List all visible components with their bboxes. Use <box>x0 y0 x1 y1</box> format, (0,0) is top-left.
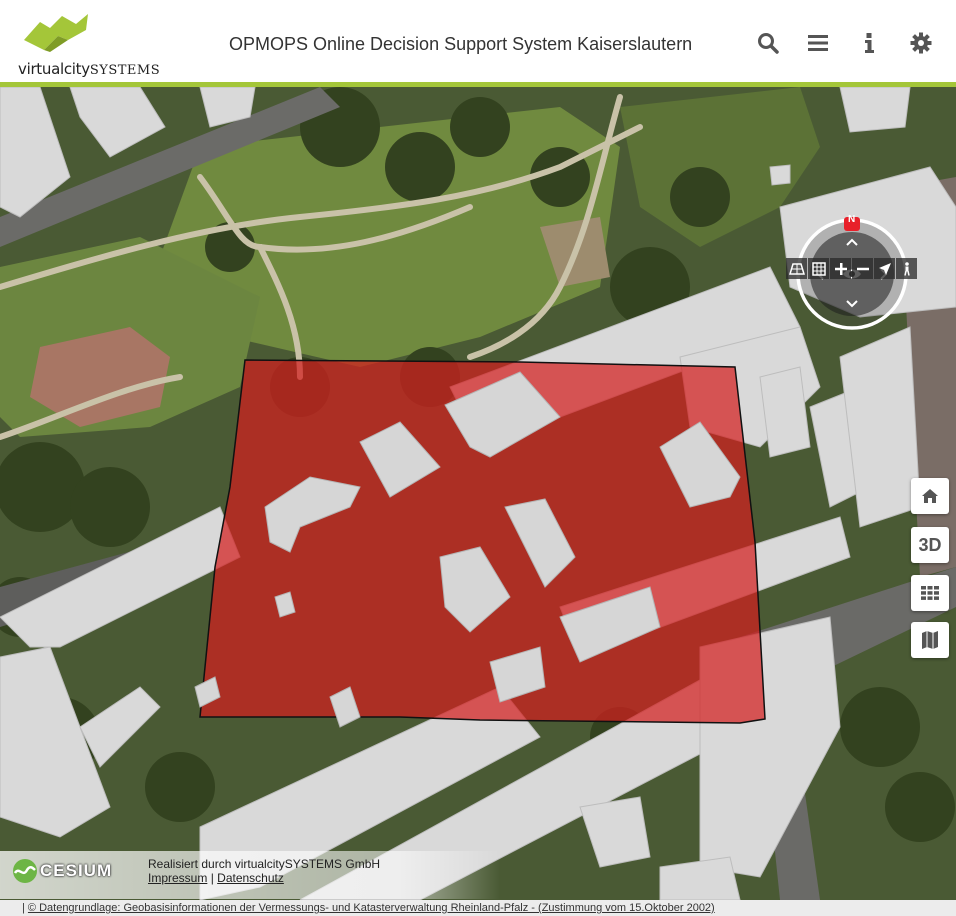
hamburger-menu-icon <box>808 35 828 51</box>
grid-button[interactable] <box>808 258 829 279</box>
map-viewport[interactable]: N <box>0 87 956 900</box>
zoom-in-icon <box>834 262 847 275</box>
cesium-label: CESIUM <box>40 861 113 880</box>
grid-icon <box>921 586 939 600</box>
layers-button[interactable] <box>911 575 949 611</box>
locate-icon <box>878 262 891 275</box>
chevron-up-icon[interactable] <box>845 237 859 247</box>
pedestrian-icon <box>903 261 910 276</box>
compass-toolbar <box>786 258 917 280</box>
credit-text: Realisiert durch virtualcitySYSTEMS GmbH… <box>148 857 380 885</box>
home-icon <box>922 489 938 503</box>
search-icon <box>758 33 779 54</box>
footer-separator: | <box>22 902 25 914</box>
gear-icon <box>910 32 932 54</box>
zoom-in-button[interactable] <box>830 258 851 279</box>
map-icon <box>922 631 938 649</box>
realized-by-text: Realisiert durch virtualcitySYSTEMS GmbH <box>148 857 381 871</box>
app-header: virtualcitySYSTEMS OPMOPS Online Decisio… <box>0 0 956 84</box>
cesium-globe-icon <box>13 859 37 883</box>
menu-button[interactable] <box>805 30 831 56</box>
page-title: OPMOPS Online Decision Support System Ka… <box>229 34 693 54</box>
chevron-down-icon[interactable] <box>845 299 859 309</box>
company-logo[interactable]: virtualcitySYSTEMS <box>8 8 161 78</box>
home-button[interactable] <box>911 478 949 514</box>
mode-3d-label: 3D <box>918 534 942 555</box>
search-button[interactable] <box>755 30 781 56</box>
tilt-button[interactable] <box>786 258 807 279</box>
attribution-footer: | © Datengrundlage: Geobasisinformatione… <box>0 900 956 916</box>
impressum-link[interactable]: Impressum <box>148 871 207 885</box>
zoom-out-icon <box>856 267 869 270</box>
info-button[interactable] <box>856 30 882 56</box>
data-source-link[interactable]: © Datengrundlage: Geobasisinformationen … <box>28 902 715 914</box>
pedestrian-button[interactable] <box>896 258 917 279</box>
settings-button[interactable] <box>908 30 934 56</box>
locate-button[interactable] <box>874 258 895 279</box>
cesium-logo[interactable]: CESIUM <box>12 858 127 884</box>
map-button[interactable] <box>911 622 949 658</box>
logo-emblem <box>24 14 88 52</box>
grid-icon <box>811 261 826 276</box>
credit-separator: | <box>210 871 214 885</box>
map-scene <box>0 87 956 900</box>
compass-north-label: N <box>848 214 856 225</box>
zoom-out-button[interactable] <box>852 258 873 279</box>
datenschutz-link[interactable]: Datenschutz <box>217 871 284 885</box>
mode-3d-button[interactable]: 3D <box>911 527 949 563</box>
info-icon <box>865 33 874 53</box>
logo-text: virtualcitySYSTEMS <box>18 60 161 78</box>
tilt-icon <box>788 262 805 275</box>
